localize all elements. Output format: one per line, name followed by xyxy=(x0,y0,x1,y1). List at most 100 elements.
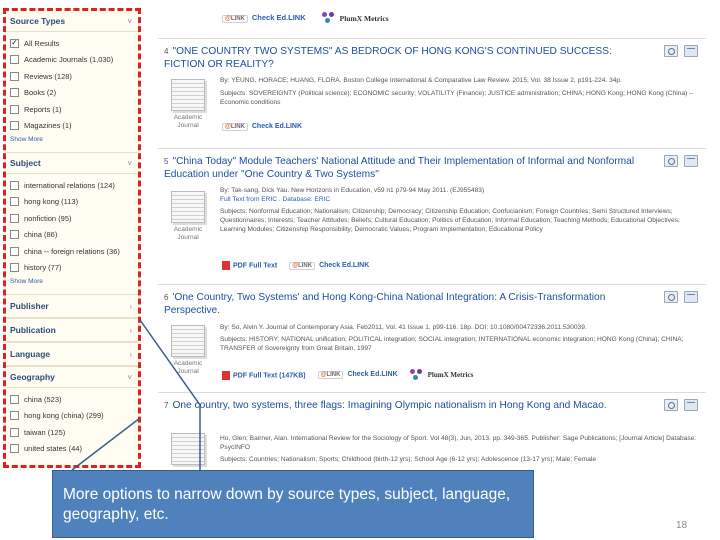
check-edlink-label: Check Ed.LINK xyxy=(347,371,398,378)
facet-language: Language › xyxy=(6,343,138,367)
check-edlink-link[interactable]: @LINK Check Ed.LINK xyxy=(317,371,398,379)
facet-option[interactable]: china -- foreign relations (36) xyxy=(10,243,138,260)
facet-header-source-types[interactable]: Source Types ˅ xyxy=(6,11,138,32)
result-title-text[interactable]: 'One Country, Two Systems' and Hong Kong… xyxy=(164,292,605,316)
facet-option-label: Books (2) xyxy=(24,88,57,98)
pdf-full-text-link[interactable]: PDF Full Text (147KB) xyxy=(222,370,306,380)
checkbox-icon[interactable] xyxy=(10,411,19,421)
facet-header-geography[interactable]: Geography ˅ xyxy=(6,367,138,388)
result-citation: By: Tak-sang, Dick Yau. New Horizons in … xyxy=(220,187,485,194)
facet-option[interactable]: international relations (124) xyxy=(10,177,138,194)
facet-title: Source Types xyxy=(10,16,66,26)
chevron-down-icon[interactable]: ˅ xyxy=(127,373,132,382)
facet-option[interactable]: hong kong (china) (299) xyxy=(10,408,138,425)
result-meta: By: Tak-sang, Dick Yau. New Horizons in … xyxy=(220,186,700,234)
checkbox-icon[interactable] xyxy=(10,55,19,65)
chevron-down-icon[interactable]: ˅ xyxy=(127,159,132,168)
facet-header-language[interactable]: Language › xyxy=(6,343,138,366)
result-subjects: Subjects: SOVEREIGNTY (Political science… xyxy=(220,90,694,106)
chevron-down-icon[interactable]: ˅ xyxy=(127,17,132,26)
facet-option[interactable]: united states (44) xyxy=(10,441,138,458)
folder-icon[interactable] xyxy=(684,291,698,303)
checkbox-icon[interactable] xyxy=(10,104,19,114)
check-edlink-link[interactable]: @LINK Check Ed.LINK xyxy=(222,13,306,23)
ebsco-link-icon: @LINK xyxy=(222,123,248,131)
facet-source-types: Source Types ˅ ✓ All Results Academic Jou… xyxy=(6,11,138,153)
facet-option[interactable]: Reviews (128) xyxy=(10,68,138,85)
checkbox-icon[interactable] xyxy=(10,427,19,437)
checkbox-icon[interactable] xyxy=(10,180,19,190)
facet-option[interactable]: china (523) xyxy=(10,391,138,408)
checkbox-icon[interactable] xyxy=(10,394,19,404)
facet-option-label: Academic Journals (1,030) xyxy=(24,55,114,65)
checkbox-icon[interactable] xyxy=(10,246,19,256)
facet-option[interactable]: Magazines (1) xyxy=(10,118,138,135)
facet-option[interactable]: hong kong (113) xyxy=(10,194,138,211)
result-tools xyxy=(664,291,698,303)
publication-type-thumbnail: Academic Journal xyxy=(166,325,210,376)
facet-publication: Publication › xyxy=(6,319,138,343)
facet-publisher: Publisher › xyxy=(6,295,138,319)
result-title[interactable]: 6 'One Country, Two Systems' and Hong Kon… xyxy=(164,292,654,317)
result-title[interactable]: 5 "China Today" Module Teachers' National… xyxy=(164,156,654,181)
check-edlink-label: Check Ed.LINK xyxy=(251,13,306,22)
facet-option[interactable]: Books (2) xyxy=(10,85,138,102)
chevron-right-icon[interactable]: › xyxy=(129,350,132,359)
checkbox-icon[interactable] xyxy=(10,121,19,131)
checkbox-icon[interactable] xyxy=(10,230,19,240)
check-edlink-link[interactable]: @LINK Check Ed.LINK xyxy=(222,123,302,131)
show-more-link[interactable]: Show More xyxy=(10,276,138,290)
facet-option[interactable]: ✓ All Results xyxy=(10,35,138,52)
publication-type-label: Academic Journal xyxy=(173,226,203,241)
result-citation: By: YEUNG, HORACE; HUANG, FLORA. Boston … xyxy=(220,77,622,84)
facet-option-label: Reports (1) xyxy=(24,104,62,114)
ebsco-link-icon: @LINK xyxy=(317,371,344,379)
facet-title: Publisher xyxy=(10,301,49,311)
facet-header-publisher[interactable]: Publisher › xyxy=(6,295,138,318)
folder-icon[interactable] xyxy=(684,45,698,57)
plumx-metrics-link[interactable]: PlumX Metrics xyxy=(321,12,389,24)
facet-header-subject[interactable]: Subject ˅ xyxy=(6,153,138,174)
preview-icon[interactable] xyxy=(664,399,678,411)
chevron-right-icon[interactable]: › xyxy=(129,326,132,335)
result-tools xyxy=(664,155,698,167)
chevron-right-icon[interactable]: › xyxy=(129,302,132,311)
result-number: 5 xyxy=(164,157,169,166)
facet-option[interactable]: Reports (1) xyxy=(10,101,138,118)
check-edlink-link[interactable]: @LINK Check Ed.LINK xyxy=(289,261,369,270)
folder-icon[interactable] xyxy=(684,155,698,167)
facet-title: Subject xyxy=(10,158,41,168)
result-title[interactable]: 4 "ONE COUNTRY TWO SYSTEMS" AS BEDROCK OF… xyxy=(164,46,654,71)
checkbox-icon[interactable] xyxy=(10,71,19,81)
facet-option[interactable]: china (86) xyxy=(10,227,138,244)
preview-icon[interactable] xyxy=(664,45,678,57)
result-title-text[interactable]: "China Today" Module Teachers' National … xyxy=(164,156,634,180)
result-tools xyxy=(664,45,698,57)
facet-option[interactable]: history (77) xyxy=(10,260,138,277)
checkbox-icon[interactable] xyxy=(10,263,19,273)
checkbox-icon[interactable] xyxy=(10,444,19,454)
show-more-link[interactable]: Show More xyxy=(10,134,138,148)
facet-title: Publication xyxy=(10,325,56,335)
result-title-text[interactable]: "ONE COUNTRY TWO SYSTEMS" AS BEDROCK OF … xyxy=(164,46,612,70)
plumx-icon xyxy=(321,12,334,24)
plumx-metrics-link[interactable]: PlumX Metrics xyxy=(409,369,473,381)
facet-option[interactable]: nonfiction (95) xyxy=(10,210,138,227)
folder-icon[interactable] xyxy=(684,399,698,411)
plumx-icon xyxy=(409,369,422,381)
result-title-text[interactable]: One country, two systems, three flags: I… xyxy=(172,400,606,411)
result-number: 4 xyxy=(164,47,169,56)
checkbox-icon[interactable] xyxy=(10,197,19,207)
result-subjects: Subjects: HISTORY; NATIONAL unification;… xyxy=(220,336,684,352)
facet-option[interactable]: taiwan (125) xyxy=(10,424,138,441)
checkbox-icon[interactable] xyxy=(10,88,19,98)
checkbox-icon[interactable] xyxy=(10,213,19,223)
facet-option[interactable]: Academic Journals (1,030) xyxy=(10,52,138,69)
pdf-full-text-link[interactable]: PDF Full Text xyxy=(222,261,277,270)
facet-header-publication[interactable]: Publication › xyxy=(6,319,138,342)
preview-icon[interactable] xyxy=(664,291,678,303)
preview-icon[interactable] xyxy=(664,155,678,167)
checkbox-checked-icon[interactable]: ✓ xyxy=(10,38,19,48)
result-title[interactable]: 7 One country, two systems, three flags: … xyxy=(164,400,654,413)
facet-option-label: china -- foreign relations (36) xyxy=(24,246,120,256)
